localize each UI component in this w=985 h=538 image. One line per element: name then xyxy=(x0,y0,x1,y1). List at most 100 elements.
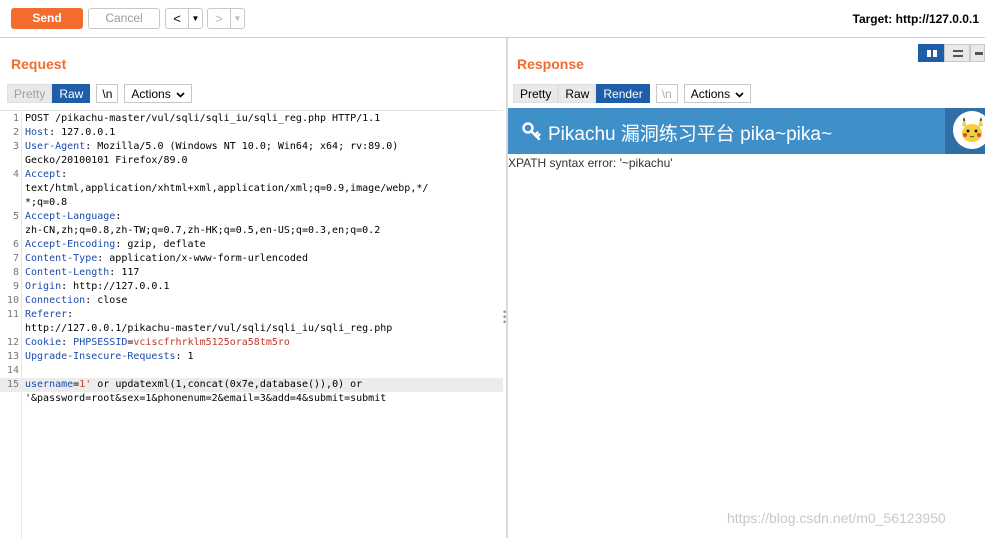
forward-navigation[interactable]: > ▼ xyxy=(207,8,245,29)
request-actions-menu[interactable]: Actions xyxy=(124,84,192,103)
line-code: Content-Type: application/x-www-form-url… xyxy=(25,252,308,266)
line-code: Accept: xyxy=(25,168,67,182)
code-token: http://127.0.0.1/pikachu-master/vul/sqli… xyxy=(25,323,393,334)
target-label[interactable]: Target: http://127.0.0.1 xyxy=(853,12,979,26)
code-token: or updatexml(1,concat(0x7e,database()),0… xyxy=(91,379,363,390)
response-tab-render[interactable]: Render xyxy=(596,84,650,103)
tabbed-layout-button[interactable] xyxy=(970,44,985,62)
request-line[interactable]: 9 Origin: http://127.0.0.1 xyxy=(0,280,503,294)
line-number: 10 xyxy=(6,295,19,306)
line-code: Referer: xyxy=(25,308,73,322)
request-line[interactable]: 11 Referer: xyxy=(0,308,503,322)
code-token: : 117 xyxy=(109,267,140,278)
code-token: username xyxy=(25,379,74,390)
code-token: : xyxy=(61,337,74,348)
response-panel-title: Response xyxy=(517,56,584,72)
send-button[interactable]: Send xyxy=(11,8,83,29)
request-line[interactable]: 3 User-Agent: Mozilla/5.0 (Windows NT 10.… xyxy=(0,140,503,154)
line-code: '&password=root&sex=1&phonenum=2&email=3… xyxy=(25,392,386,406)
code-token: : xyxy=(61,169,68,180)
pikachu-avatar-icon xyxy=(953,111,985,149)
line-number: 12 xyxy=(6,337,19,348)
request-newline-toggle[interactable]: \n xyxy=(96,84,119,103)
request-tab-raw[interactable]: Raw xyxy=(52,84,91,103)
divider-grip-icon[interactable]: • • • xyxy=(503,308,506,327)
line-code: text/html,application/xhtml+xml,applicat… xyxy=(25,182,428,196)
columns-icon xyxy=(927,50,937,57)
request-tab-pretty[interactable]: Pretty xyxy=(7,84,53,103)
request-line[interactable]: '&password=root&sex=1&phonenum=2&email=3… xyxy=(0,392,503,406)
forward-history-dropdown-icon[interactable]: ▼ xyxy=(230,9,244,28)
line-number: 5 xyxy=(12,211,19,222)
line-number: 7 xyxy=(12,253,19,264)
toolbar: Send Cancel < ▼ > ▼ Target: http://127.0… xyxy=(0,0,985,38)
pikachu-page-title: Pikachu 漏洞练习平台 pika~pika~ xyxy=(548,124,833,145)
line-number: 11 xyxy=(6,309,19,320)
request-line[interactable]: 6 Accept-Encoding: gzip, deflate xyxy=(0,238,503,252)
watermark: https://blog.csdn.net/m0_56123950 xyxy=(727,510,946,526)
line-number: 15 xyxy=(6,379,19,390)
response-actions-menu[interactable]: Actions xyxy=(683,84,752,103)
request-line[interactable]: text/html,application/xhtml+xml,applicat… xyxy=(0,182,503,196)
request-line[interactable]: 5 Accept-Language: xyxy=(0,210,503,224)
line-code: Cookie: PHPSESSID=vciscfrhrklm5125ora58t… xyxy=(25,336,290,350)
code-token: : 1 xyxy=(175,351,194,362)
request-line[interactable]: 13 Upgrade-Insecure-Requests: 1 xyxy=(0,350,503,364)
request-line[interactable]: http://127.0.0.1/pikachu-master/vul/sqli… xyxy=(0,322,503,336)
request-line[interactable]: 10 Connection: close xyxy=(0,294,503,308)
request-line[interactable]: 12 Cookie: PHPSESSID=vciscfrhrklm5125ora5… xyxy=(0,336,503,350)
stacked-layout-button[interactable] xyxy=(944,44,970,62)
line-code: zh-CN,zh;q=0.8,zh-TW;q=0.7,zh-HK;q=0.5,e… xyxy=(25,224,380,238)
code-token: vciscfrhrklm5125ora58tm5ro xyxy=(133,337,290,348)
response-tab-pretty[interactable]: Pretty xyxy=(513,84,559,103)
code-token: PHPSESSID xyxy=(73,337,128,348)
request-line[interactable]: Gecko/20100101 Firefox/89.0 xyxy=(0,154,503,168)
avatar-container xyxy=(945,108,985,154)
pikachu-header-bar: Pikachu 漏洞练习平台 pika~pika~ xyxy=(508,108,985,154)
code-token: : close xyxy=(85,295,128,306)
back-navigation[interactable]: < ▼ xyxy=(165,8,203,29)
line-number: 1 xyxy=(12,113,19,124)
back-history-dropdown-icon[interactable]: ▼ xyxy=(188,9,202,28)
forward-arrow-icon[interactable]: > xyxy=(208,9,230,28)
line-number: 4 xyxy=(12,169,19,180)
line-code: Accept-Language: xyxy=(25,210,121,224)
cancel-button[interactable]: Cancel xyxy=(88,8,160,29)
line-code: Connection: close xyxy=(25,294,127,308)
chevron-down-icon xyxy=(735,92,744,98)
code-token: Referer xyxy=(25,309,68,320)
rows-icon xyxy=(953,50,963,57)
request-editor[interactable]: 1 POST /pikachu-master/vul/sqli/sqli_iu/s… xyxy=(0,110,503,538)
code-token: '&password=root&sex=1&phonenum=2&email=3… xyxy=(25,393,387,404)
code-token: : xyxy=(115,211,122,222)
code-token: Content-Length xyxy=(25,267,110,278)
request-line[interactable]: zh-CN,zh;q=0.8,zh-TW;q=0.7,zh-HK;q=0.5,e… xyxy=(0,224,503,238)
code-token: Accept-Encoding xyxy=(25,239,116,250)
request-line[interactable]: 14 xyxy=(0,364,503,378)
back-arrow-icon[interactable]: < xyxy=(166,9,188,28)
request-line[interactable]: 15 username=1' or updatexml(1,concat(0x7e… xyxy=(0,378,503,392)
line-code: Origin: http://127.0.0.1 xyxy=(25,280,170,294)
side-by-side-layout-button[interactable] xyxy=(918,44,944,62)
request-actions-label: Actions xyxy=(131,87,171,101)
code-token: Cookie xyxy=(25,337,62,348)
line-code: Accept-Encoding: gzip, deflate xyxy=(25,238,206,252)
request-line[interactable]: 4 Accept: xyxy=(0,168,503,182)
line-code: Host: 127.0.0.1 xyxy=(25,126,115,140)
code-token: : gzip, deflate xyxy=(115,239,206,250)
code-token: text/html,application/xhtml+xml,applicat… xyxy=(25,183,429,194)
request-line[interactable]: 2 Host: 127.0.0.1 xyxy=(0,126,503,140)
line-number: 14 xyxy=(6,365,19,376)
request-line[interactable]: 1 POST /pikachu-master/vul/sqli/sqli_iu/s… xyxy=(0,112,503,126)
code-token: : http://127.0.0.1 xyxy=(61,281,170,292)
response-newline-toggle[interactable]: \n xyxy=(655,84,678,103)
code-token: Gecko/20100101 Firefox/89.0 xyxy=(25,155,188,166)
request-line[interactable]: *;q=0.8 xyxy=(0,196,503,210)
response-tab-raw[interactable]: Raw xyxy=(558,84,597,103)
line-number: 3 xyxy=(12,141,19,152)
request-line[interactable]: 7 Content-Type: application/x-www-form-ur… xyxy=(0,252,503,266)
code-token: 1' xyxy=(79,379,92,390)
code-token: : xyxy=(67,309,74,320)
code-token: Accept-Language xyxy=(25,211,116,222)
request-line[interactable]: 8 Content-Length: 117 xyxy=(0,266,503,280)
